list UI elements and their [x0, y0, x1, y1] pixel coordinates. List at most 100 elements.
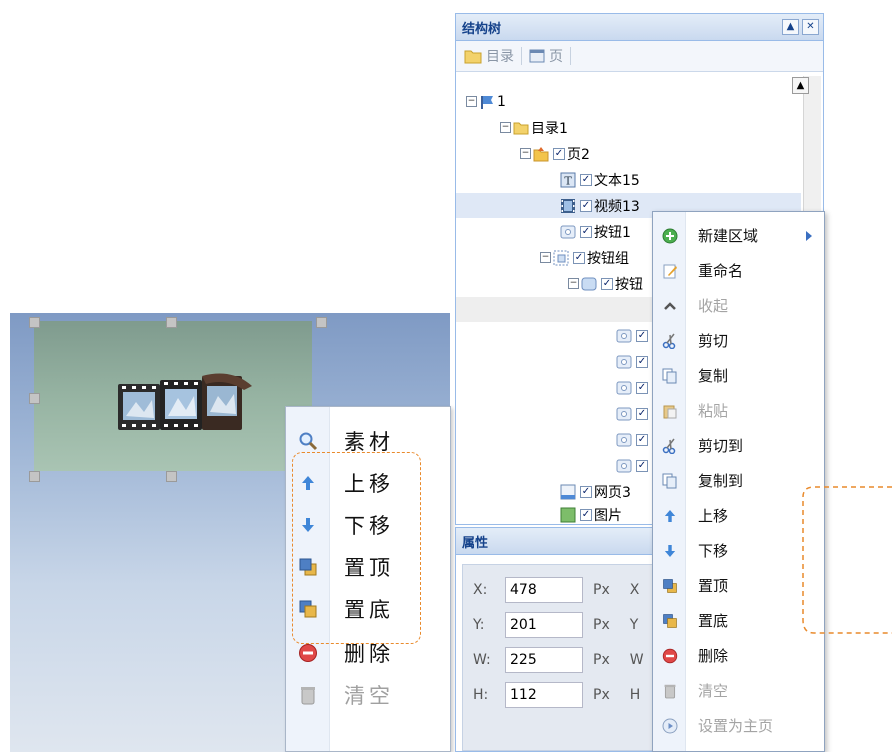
- prop-h-row: H: 112 Px H: [473, 682, 640, 708]
- menu-item-label: 新建区域: [698, 227, 759, 245]
- menu-item-rename[interactable]: 重命名: [653, 253, 826, 288]
- resize-handle[interactable]: [29, 317, 40, 328]
- resize-handle[interactable]: [316, 317, 327, 328]
- folder-icon: [464, 50, 482, 64]
- delete-icon: [286, 643, 330, 663]
- visibility-checkbox[interactable]: ✓: [636, 407, 648, 420]
- menu-item-copy[interactable]: 复制: [653, 358, 826, 393]
- menu-item-label: 清空: [698, 682, 729, 700]
- menu-item-label: 设置为主页: [698, 717, 774, 735]
- new-page-button[interactable]: 页: [529, 46, 563, 66]
- menu-item-cut[interactable]: 剪切: [653, 323, 826, 358]
- button-icon: [560, 225, 576, 238]
- film-icon: [561, 198, 575, 213]
- x-input[interactable]: 478: [505, 577, 583, 603]
- visibility-checkbox[interactable]: ✓: [580, 509, 592, 521]
- panel-title: 属性: [462, 535, 489, 551]
- tree-node-page[interactable]: − ✓ 页2: [456, 141, 801, 166]
- scroll-up-button[interactable]: ▲: [792, 77, 809, 94]
- expander-icon[interactable]: −: [540, 252, 551, 263]
- rename-icon: [653, 263, 686, 279]
- visibility-checkbox[interactable]: ✓: [636, 381, 648, 394]
- visibility-checkbox[interactable]: ✓: [601, 277, 613, 290]
- menu-item-new-area[interactable]: 新建区域: [653, 218, 826, 253]
- menu-item-label: 复制到: [698, 472, 744, 490]
- video-element[interactable]: [34, 321, 312, 471]
- expander-icon[interactable]: −: [500, 122, 511, 133]
- tree-toolbar: 目录 页: [456, 41, 823, 72]
- visibility-checkbox[interactable]: ✓: [553, 147, 565, 160]
- new-catalog-button[interactable]: 目录: [464, 46, 514, 66]
- menu-item-label: 粘贴: [698, 402, 729, 420]
- visibility-checkbox[interactable]: ✓: [636, 355, 648, 368]
- menu-item-clear[interactable]: 清空: [286, 675, 452, 715]
- visibility-checkbox[interactable]: ✓: [573, 251, 585, 264]
- project-flag-icon: [481, 95, 493, 109]
- scissors-icon: [653, 333, 686, 349]
- visibility-checkbox[interactable]: ✓: [580, 173, 592, 186]
- copy-icon: [653, 368, 686, 384]
- toolbar-separator: [521, 47, 522, 65]
- menu-item-label: 剪切到: [698, 437, 744, 455]
- collapse-panel-button[interactable]: ▲: [782, 19, 799, 35]
- visibility-checkbox[interactable]: ✓: [580, 225, 592, 238]
- button-group-icon: [553, 250, 569, 265]
- menu-item-label: 上移: [698, 507, 729, 525]
- tree-node-catalog[interactable]: − 目录1: [456, 115, 801, 140]
- menu-item-delete[interactable]: 删除: [653, 638, 826, 673]
- visibility-checkbox[interactable]: ✓: [636, 433, 648, 446]
- prop-w-row: W: 225 Px W: [473, 647, 644, 673]
- menu-item-label: 清空: [344, 684, 394, 708]
- w-input[interactable]: 225: [505, 647, 583, 673]
- arrow-up-icon: [653, 509, 686, 523]
- resize-handle[interactable]: [29, 471, 40, 482]
- visibility-checkbox[interactable]: ✓: [580, 199, 592, 212]
- menu-item-set-homepage[interactable]: 设置为主页: [653, 708, 826, 743]
- menu-item-label: 下移: [698, 542, 729, 560]
- resize-handle[interactable]: [166, 317, 177, 328]
- trash-can-icon: [653, 683, 686, 699]
- tree-context-menu: 新建区域 重命名 收起 剪切 复制 粘贴 剪切到 复制到 上移 下移 置顶 置底…: [652, 211, 825, 752]
- close-panel-button[interactable]: ✕: [802, 19, 819, 35]
- menu-item-collapse[interactable]: 收起: [653, 288, 826, 323]
- resize-handle[interactable]: [29, 393, 40, 404]
- collapse-icon: [653, 298, 686, 314]
- y-input[interactable]: 201: [505, 612, 583, 638]
- button-icon: [616, 407, 632, 420]
- highlight-dashed-box: [292, 452, 421, 644]
- menu-item-label: 剪切: [698, 332, 729, 350]
- film-reel-icon: [118, 373, 252, 430]
- visibility-checkbox[interactable]: ✓: [636, 329, 648, 342]
- expander-icon[interactable]: −: [568, 278, 579, 289]
- menu-item-cut-to[interactable]: 剪切到: [653, 428, 826, 463]
- menu-item-paste[interactable]: 粘贴: [653, 393, 826, 428]
- menu-item-clear[interactable]: 清空: [653, 673, 826, 708]
- home-play-icon: [653, 718, 686, 734]
- highlight-dashed-box: [802, 486, 892, 634]
- tree-node-root[interactable]: − 1: [456, 89, 801, 114]
- menu-item-label: 置顶: [698, 577, 729, 595]
- visibility-checkbox[interactable]: ✓: [636, 459, 648, 472]
- panel-title: 结构树: [462, 21, 502, 37]
- menu-item-label: 删除: [698, 647, 729, 665]
- resize-handle[interactable]: [166, 471, 177, 482]
- expander-icon[interactable]: −: [520, 148, 531, 159]
- submenu-arrow-icon: [806, 230, 812, 241]
- button-icon: [581, 277, 597, 290]
- folder-icon: [513, 122, 529, 134]
- bring-to-front-icon: [653, 578, 686, 594]
- tree-node-text[interactable]: T ✓ 文本15: [456, 167, 801, 192]
- visibility-checkbox[interactable]: ✓: [580, 485, 592, 498]
- button-icon: [616, 329, 632, 342]
- menu-item-label: 置底: [698, 612, 729, 630]
- webpage-icon: [560, 484, 576, 499]
- button-icon: [616, 355, 632, 368]
- h-input[interactable]: 112: [505, 682, 583, 708]
- expander-icon[interactable]: −: [466, 96, 477, 107]
- menu-item-label: 复制: [698, 367, 729, 385]
- menu-item-label: 收起: [698, 297, 729, 315]
- arrow-down-icon: [653, 544, 686, 558]
- svg-text:T: T: [564, 174, 572, 187]
- paste-icon: [653, 403, 686, 419]
- text-icon: T: [560, 172, 576, 187]
